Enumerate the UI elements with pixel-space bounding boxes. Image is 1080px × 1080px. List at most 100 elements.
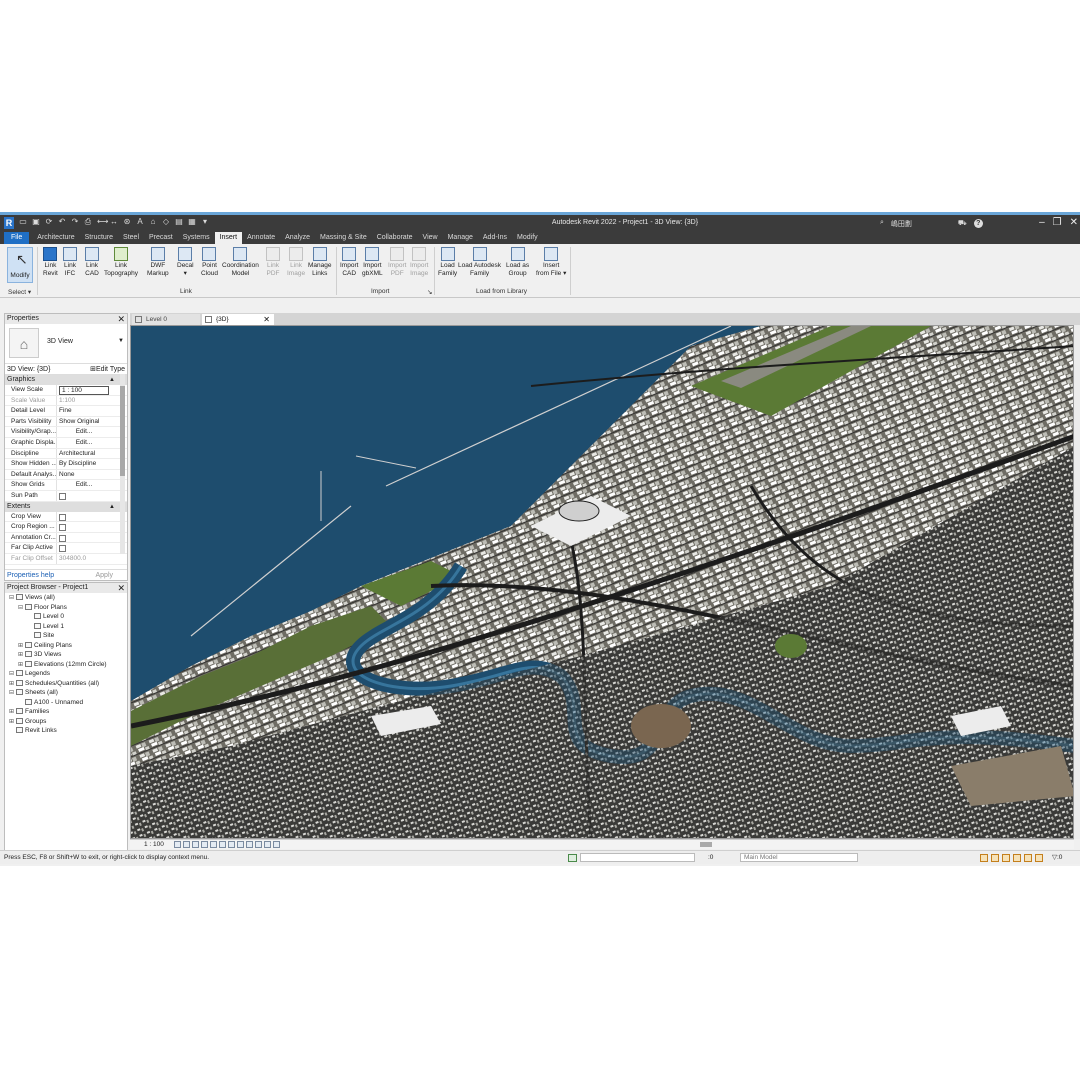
checkbox[interactable] bbox=[59, 534, 66, 542]
search-icon[interactable]: ⌕ bbox=[880, 219, 884, 229]
import-cad-button[interactable]: Import CAD bbox=[340, 247, 358, 278]
temp-hide-icon[interactable] bbox=[246, 841, 253, 848]
shadows-icon[interactable] bbox=[201, 841, 208, 848]
property-value[interactable]: 1:100 bbox=[57, 396, 127, 406]
viewport-scrollbar[interactable] bbox=[1074, 325, 1080, 839]
chevron-down-icon[interactable]: ▼ bbox=[118, 338, 124, 344]
property-value[interactable]: Show Original bbox=[57, 417, 127, 427]
tree-item[interactable]: ⊞ Families bbox=[5, 707, 127, 717]
reveal-hidden-icon[interactable] bbox=[255, 841, 262, 848]
link-image-button[interactable]: Link Image bbox=[287, 247, 305, 278]
insert-from-file-button[interactable]: Insert from File ▾ bbox=[536, 247, 566, 278]
edit-button[interactable]: Edit... bbox=[59, 480, 109, 490]
property-row[interactable]: Crop View bbox=[5, 511, 127, 523]
highlight-displacement-icon[interactable] bbox=[273, 841, 280, 848]
tree-item[interactable]: A100 - Unnamed bbox=[5, 698, 127, 708]
import-image-button[interactable]: Import Image bbox=[410, 247, 428, 278]
editing-requests[interactable]: :0 bbox=[708, 851, 713, 864]
lock-view-icon[interactable] bbox=[237, 841, 244, 848]
checkbox[interactable] bbox=[59, 524, 66, 532]
collapse-icon[interactable]: ▲ bbox=[109, 375, 115, 385]
property-row[interactable]: Sun Path bbox=[5, 490, 127, 502]
property-value[interactable]: 304800.0 bbox=[57, 554, 127, 564]
tab-massing-site[interactable]: Massing & Site bbox=[315, 232, 372, 244]
tab-modify[interactable]: Modify bbox=[512, 232, 543, 244]
property-row[interactable]: Parts Visibility Show Original bbox=[5, 416, 127, 428]
select-dropdown[interactable]: Select ▾ bbox=[8, 288, 31, 296]
close-icon[interactable]: ✕ bbox=[117, 583, 125, 593]
property-value[interactable]: Architectural bbox=[57, 449, 127, 459]
close-icon[interactable]: ✕ bbox=[117, 314, 125, 324]
close-icon[interactable]: ✕ bbox=[263, 314, 270, 325]
modify-button[interactable]: ↖ Modify bbox=[7, 247, 33, 283]
property-value[interactable] bbox=[57, 522, 127, 532]
import-panel-launcher-icon[interactable]: ↘ bbox=[427, 288, 432, 296]
property-value[interactable]: 1 : 100 bbox=[57, 385, 127, 395]
properties-help-link[interactable]: Properties help bbox=[5, 572, 54, 579]
select-underlay-icon[interactable] bbox=[991, 854, 999, 862]
sun-path-icon[interactable] bbox=[192, 841, 199, 848]
visual-style-icon[interactable] bbox=[183, 841, 190, 848]
tree-item[interactable]: ⊞ 3D Views bbox=[5, 650, 127, 660]
load-family-button[interactable]: Load Family bbox=[438, 247, 457, 278]
type-selector[interactable]: ⌂ 3D View ▼ bbox=[5, 324, 127, 364]
dwf-markup-button[interactable]: DWF Markup bbox=[147, 247, 169, 278]
manage-links-button[interactable]: Manage Links bbox=[308, 247, 332, 278]
apply-button[interactable]: Apply bbox=[95, 570, 113, 581]
property-row[interactable]: Far Clip Active bbox=[5, 543, 127, 554]
horizontal-scroll-thumb[interactable] bbox=[700, 842, 712, 847]
close-icon[interactable]: ✕ bbox=[1070, 217, 1078, 229]
import-gbxml-button[interactable]: Import gbXML bbox=[362, 247, 383, 278]
load-as-group-button[interactable]: Load as Group bbox=[506, 247, 529, 278]
tree-item[interactable]: ⊟ Sheets (all) bbox=[5, 688, 127, 698]
tree-item[interactable]: Site bbox=[5, 631, 127, 641]
show-crop-icon[interactable] bbox=[228, 841, 235, 848]
link-pdf-button[interactable]: Link PDF bbox=[266, 247, 280, 278]
tree-item[interactable]: ⊞ Groups bbox=[5, 717, 127, 727]
tree-item[interactable]: Level 0 bbox=[5, 612, 127, 622]
scroll-thumb[interactable] bbox=[120, 386, 125, 476]
property-row[interactable]: Annotation Cr... bbox=[5, 532, 127, 544]
property-row[interactable]: View Scale 1 : 100 bbox=[5, 385, 127, 396]
property-row[interactable]: Crop Region ... bbox=[5, 522, 127, 533]
tab-architecture[interactable]: Architecture bbox=[32, 232, 79, 244]
property-value[interactable] bbox=[57, 543, 127, 553]
tree-item[interactable]: ⊟ Legends bbox=[5, 669, 127, 679]
decal-button[interactable]: Decal ▾ bbox=[177, 247, 194, 278]
rendering-icon[interactable] bbox=[210, 841, 217, 848]
property-row[interactable]: Discipline Architectural bbox=[5, 448, 127, 460]
property-row[interactable]: Detail Level Fine bbox=[5, 406, 127, 417]
tab-annotate[interactable]: Annotate bbox=[242, 232, 280, 244]
import-pdf-button[interactable]: Import PDF bbox=[388, 247, 406, 278]
link-topography-button[interactable]: Link Topography bbox=[104, 247, 138, 278]
cart-icon[interactable]: ⛟ bbox=[958, 219, 967, 229]
tree-item[interactable]: ⊟ Floor Plans bbox=[5, 603, 127, 613]
group-graphics[interactable]: Graphics ▲ bbox=[5, 375, 127, 385]
property-value[interactable] bbox=[57, 491, 127, 501]
properties-scrollbar[interactable] bbox=[120, 374, 125, 554]
tree-item[interactable]: ⊞ Schedules/Quantities (all) bbox=[5, 679, 127, 689]
restore-icon[interactable]: ❐ bbox=[1053, 217, 1062, 229]
tree-item[interactable]: Level 1 bbox=[5, 622, 127, 632]
tab-precast[interactable]: Precast bbox=[144, 232, 178, 244]
detail-level-icon[interactable] bbox=[174, 841, 181, 848]
property-row[interactable]: Far Clip Offset 304800.0 bbox=[5, 553, 127, 565]
3d-viewport[interactable] bbox=[130, 325, 1074, 839]
tree-item[interactable]: ⊟ Views (all) bbox=[5, 593, 127, 603]
tab-insert[interactable]: Insert bbox=[214, 232, 243, 244]
design-option-dropdown[interactable]: Main Model bbox=[740, 853, 858, 862]
tab-file[interactable]: File bbox=[4, 232, 30, 244]
tree-item[interactable]: Revit Links bbox=[5, 726, 127, 736]
edit-button[interactable]: Edit... bbox=[59, 427, 109, 437]
worksets-icon[interactable] bbox=[568, 854, 577, 862]
property-row[interactable]: Visibility/Grap... Edit... bbox=[5, 427, 127, 438]
instance-filter[interactable]: 3D View: {3D} ⊞Edit Type bbox=[5, 364, 127, 375]
tab-view[interactable]: View bbox=[418, 232, 443, 244]
minimize-icon[interactable]: – bbox=[1039, 217, 1045, 229]
checkbox[interactable] bbox=[59, 492, 66, 500]
tree-item[interactable]: ⊞ Ceiling Plans bbox=[5, 641, 127, 651]
select-pinned-icon[interactable] bbox=[1002, 854, 1010, 862]
property-value[interactable]: By Discipline bbox=[57, 459, 127, 469]
background-process-icon[interactable] bbox=[1035, 854, 1043, 862]
property-value[interactable] bbox=[57, 533, 127, 543]
